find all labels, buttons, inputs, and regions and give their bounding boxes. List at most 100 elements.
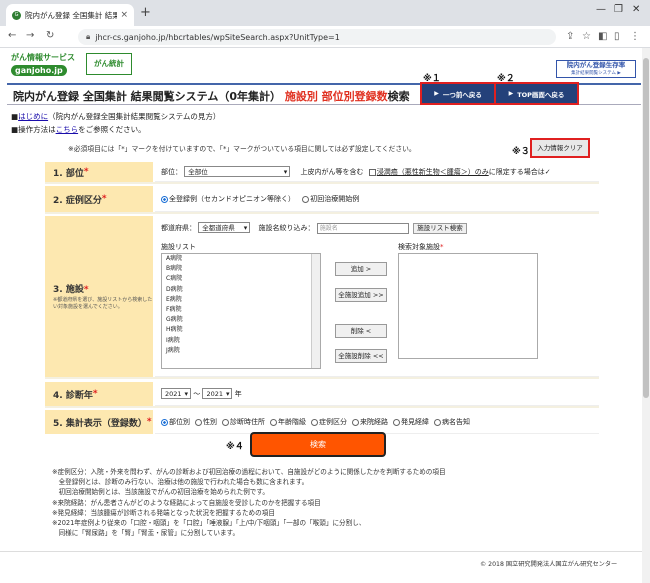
row-divider xyxy=(45,212,599,214)
forward-icon[interactable]: → xyxy=(26,30,34,41)
display-option-radio[interactable] xyxy=(393,418,400,426)
row-display-label: 5. 集計表示（登録数） * xyxy=(45,410,153,434)
facility-list-search-button[interactable]: 施設リスト検索 xyxy=(412,223,467,234)
year-from-select[interactable]: 2021 xyxy=(161,388,191,399)
mark-2: ※２ xyxy=(497,74,515,84)
display-option-label: 部位別 xyxy=(169,418,190,426)
row-display: 5. 集計表示（登録数） * 部位別 性別 診断時住所 年齢階級 症例区分 来院経路 発見経緯… xyxy=(45,410,599,434)
footnote-line: ※来院経路：がん患者さんがどのような経路によって自施設を受診したのかを把握する項… xyxy=(52,498,321,507)
facility-list-item[interactable]: F病院 xyxy=(164,305,320,315)
clear-input-button[interactable]: 入力情報クリア xyxy=(530,138,590,158)
facility-list-scrollbar[interactable] xyxy=(311,254,320,368)
prefecture-label: 都道府県： xyxy=(161,224,196,232)
display-option-radio[interactable] xyxy=(270,418,277,426)
intro-link[interactable]: はじめに xyxy=(18,112,48,121)
add-button[interactable]: 追加 > xyxy=(335,262,387,276)
tilde: 〜 xyxy=(193,390,201,398)
row-facility: 3. 施設* ※都道府県を選び、施設リストから検索したい対象施設を選んでください… xyxy=(45,216,599,377)
facility-list-item[interactable]: J病院 xyxy=(164,346,320,356)
top-page-button[interactable]: ▶ TOP画面へ戻る xyxy=(494,82,579,105)
add-all-button[interactable]: 全施設追加 >> xyxy=(335,288,387,302)
invasive-only-tail: に限定する場合は✓ xyxy=(488,168,551,176)
logo-top-text: がん情報サービス xyxy=(11,53,75,62)
row-site-label: 1. 部位 * xyxy=(45,162,153,182)
page-title: 院内がん登録 全国集計 結果閲覧システム（0年集計） 施設別 部位別登録数検索 xyxy=(13,90,410,103)
cancer-stats-logo[interactable]: がん統計 xyxy=(86,53,132,75)
mark-4: ※４ xyxy=(226,442,244,452)
display-option-radio[interactable] xyxy=(311,418,318,426)
facility-list-item[interactable]: I病院 xyxy=(164,336,320,346)
address-bar[interactable]: 🔒︎ jhcr-cs.ganjoho.jp/hbcrtables/wpSiteS… xyxy=(78,29,556,45)
browser-tab[interactable]: G 院内がん登録 全国集計 結果閲覧 × xyxy=(6,4,134,26)
footnote-line: ※発見経緯：当該腫瘍が診断される発端となった状況を把握するための項目 xyxy=(52,508,275,517)
footnote-line: 全登録例とは、診断のみ行ない、治療は他の施設で行われた場合も数に含まれます。 xyxy=(52,478,309,487)
remove-button[interactable]: 削除 < xyxy=(335,324,387,338)
facility-list-item[interactable]: G病院 xyxy=(164,315,320,325)
survival-link-title: 院内がん登録生存率 xyxy=(566,61,626,69)
row-year-label: 4. 診断年 * xyxy=(45,382,153,406)
facility-list-item[interactable]: C病院 xyxy=(164,274,320,284)
year-to-select[interactable]: 2021 xyxy=(202,388,233,399)
display-option-radio[interactable] xyxy=(434,418,441,426)
close-tab-icon[interactable]: × xyxy=(120,10,128,20)
facility-list-item[interactable]: H病院 xyxy=(164,325,320,335)
year-unit: 年 xyxy=(234,390,242,398)
extensions-icon[interactable]: ◧ xyxy=(598,31,607,42)
prefecture-select[interactable]: 全都道府県 xyxy=(198,222,251,233)
back-one-button[interactable]: ▶ 一つ前へ戻る xyxy=(420,82,496,105)
display-option-radio[interactable] xyxy=(222,418,229,426)
back-icon[interactable]: ← xyxy=(8,30,16,41)
display-option-label: 症例区分 xyxy=(319,418,347,426)
facility-help-text: ※都道府県を選び、施設リストから検索したい対象施設を選んでください。 xyxy=(53,297,153,310)
facility-list-item[interactable]: D病院 xyxy=(164,285,320,295)
intro-text: （院内がん登録全国集計結果閲覧システムの見方） xyxy=(48,112,221,121)
reload-icon[interactable]: ↻ xyxy=(46,30,54,41)
site-favicon-icon: G xyxy=(12,10,21,20)
facility-list-item[interactable]: B病院 xyxy=(164,264,320,274)
browser-toolbar: ← → ↻ 🔒︎ jhcr-cs.ganjoho.jp/hbcrtables/w… xyxy=(0,26,650,48)
page-scrollbar[interactable] xyxy=(642,48,650,583)
display-option-radio[interactable] xyxy=(161,418,168,426)
lock-icon: 🔒︎ xyxy=(86,32,91,41)
facility-list-item[interactable]: A病院 xyxy=(164,254,320,264)
bookmark-star-icon[interactable]: ☆ xyxy=(582,31,591,42)
facility-filter-input[interactable]: 施設名 xyxy=(316,223,409,234)
new-tab-icon[interactable]: + xyxy=(140,5,151,20)
display-option-radio[interactable] xyxy=(352,418,359,426)
display-option-label: 年齢階級 xyxy=(278,418,306,426)
facility-list-item[interactable]: E病院 xyxy=(164,295,320,305)
target-facility-listbox[interactable] xyxy=(398,253,538,359)
howto-link[interactable]: こちら xyxy=(56,125,79,134)
invasive-only-label: 浸潤癌（悪性新生物＜腫瘍＞）のみ xyxy=(376,168,489,176)
site-select-label: 部位： xyxy=(161,168,182,176)
url-text: jhcr-cs.ganjoho.jp/hbcrtables/wpSiteSear… xyxy=(95,32,340,42)
display-option-label: 性別 xyxy=(203,418,217,426)
footnotes: ※症例区分：入院・外来を問わず、がんの診断および初回治療の過程において、自施設が… xyxy=(52,467,446,538)
display-option-label: 発見経緯 xyxy=(401,418,429,426)
search-button[interactable]: 検索 xyxy=(250,432,386,457)
first-treatment-radio[interactable] xyxy=(302,195,310,203)
invasive-only-checkbox[interactable] xyxy=(368,168,376,176)
sidebar-icon[interactable]: ▯ xyxy=(614,31,620,42)
footer-divider xyxy=(0,551,642,552)
copyright: © 2018 国立研究開発法人国立がん研究センター xyxy=(480,561,618,568)
menu-icon[interactable]: ⋮ xyxy=(630,31,640,42)
all-registered-radio[interactable] xyxy=(161,195,168,203)
minimize-icon[interactable]: — xyxy=(596,4,606,15)
remove-all-button[interactable]: 全施設削除 << xyxy=(335,349,387,363)
maximize-icon[interactable]: ❐ xyxy=(614,4,623,15)
scrollbar-thumb[interactable] xyxy=(643,58,649,398)
facility-listbox[interactable]: A病院 B病院 C病院 D病院 E病院 F病院 G病院 H病院 I病院 J病院 xyxy=(161,253,321,369)
tab-title: 院内がん登録 全国集計 結果閲覧 xyxy=(25,10,118,20)
ganjoho-logo[interactable]: がん情報サービス ganjoho.jp xyxy=(11,52,77,78)
survival-rate-link[interactable]: 院内がん登録生存率 集計結果閲覧システム ▶ xyxy=(556,60,636,78)
footnote-line: ※2021年症例より従来の「口腔・咽頭」を「口腔」「唾液腺」「上/中/下咽頭」「… xyxy=(52,519,366,528)
display-option-radio[interactable] xyxy=(195,418,202,426)
logo-bottom-text: ganjoho.jp xyxy=(11,65,67,76)
row-divider xyxy=(45,377,599,379)
close-window-icon[interactable]: ✕ xyxy=(632,4,640,15)
back-one-label: 一つ前へ戻る xyxy=(442,90,482,99)
site-select[interactable]: 全部位 xyxy=(184,166,291,177)
howto-text: ■操作方法は xyxy=(11,125,56,134)
share-icon[interactable]: ⇪ xyxy=(566,31,574,42)
